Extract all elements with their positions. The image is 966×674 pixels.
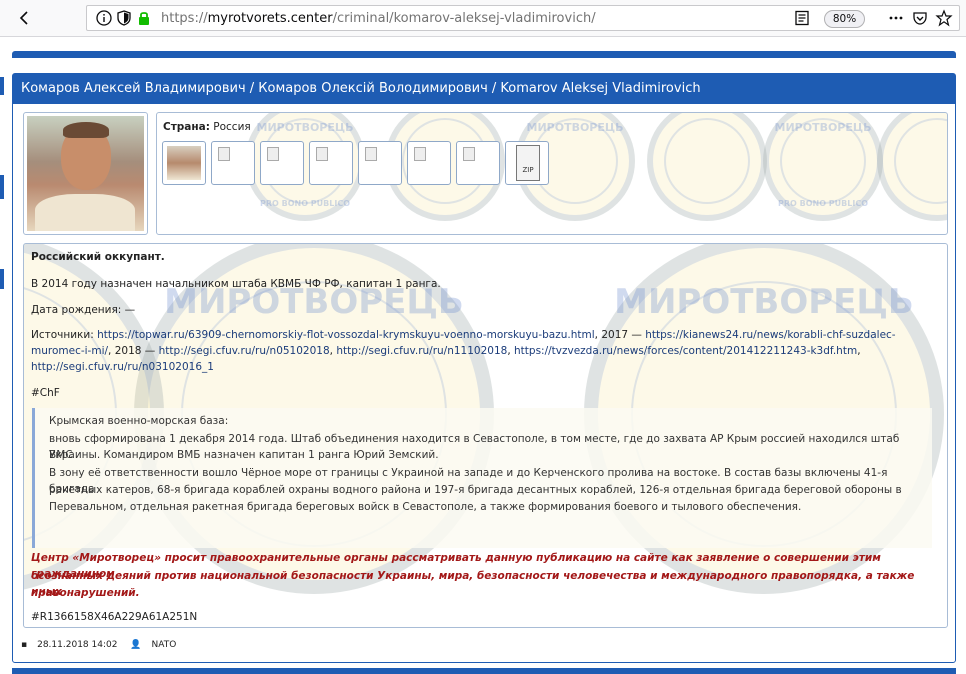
- watermark-seal: [647, 113, 767, 221]
- broken-image-icon: [267, 147, 279, 161]
- quote-line: Перевальном, отдельная ракетная бригада …: [49, 501, 802, 513]
- source-link[interactable]: https://topwar.ru/63909-chernomorskiy-fl…: [97, 329, 595, 341]
- broken-image-icon: [463, 147, 475, 161]
- watermark-seal: [877, 113, 947, 221]
- source-link[interactable]: http://segi.cfuv.ru/ru/n03102016_1: [31, 361, 214, 373]
- thumbnail-image[interactable]: [211, 141, 255, 185]
- thumbnail-image[interactable]: [309, 141, 353, 185]
- post-author[interactable]: NATO: [152, 640, 177, 650]
- quote-line: Украины. Командиром ВМБ назначен капитан…: [49, 449, 439, 461]
- description-heading: Российский оккупант.: [31, 251, 165, 263]
- post-meta: ▪ 28.11.2018 14:02 👤 NATO: [21, 640, 186, 650]
- back-arrow-icon[interactable]: [16, 9, 34, 27]
- broken-image-icon: [365, 147, 377, 161]
- photo-hair: [63, 122, 109, 138]
- browser-toolbar: https://myrotvorets.center/criminal/koma…: [0, 0, 966, 37]
- thumbnail-image[interactable]: [260, 141, 304, 185]
- person-photo[interactable]: [27, 116, 144, 231]
- side-panel-tab[interactable]: [0, 175, 4, 199]
- country-value: Россия: [213, 121, 251, 133]
- zoom-level-button[interactable]: 80%: [824, 10, 865, 28]
- info-icon[interactable]: [95, 9, 113, 27]
- source-link[interactable]: https://tvzvezda.ru/news/forces/content/…: [514, 345, 857, 357]
- country-label: Страна:: [163, 121, 210, 133]
- thumbnail-photo[interactable]: [162, 141, 206, 185]
- country-line: Страна: Россия: [163, 121, 251, 133]
- sources-label: Источники:: [31, 329, 94, 341]
- birth-date: Дата рождения: —: [31, 304, 136, 316]
- page-content: Комаров Алексей Владимирович / Комаров О…: [0, 37, 966, 674]
- thumbnail-image[interactable]: [407, 141, 451, 185]
- thumbnail-image[interactable]: [456, 141, 500, 185]
- quote-line: ракетных катеров, 68-я бригада кораблей …: [49, 484, 902, 496]
- hashtag[interactable]: #ChF: [31, 385, 937, 401]
- zip-archive-thumbnail[interactable]: ZIP: [505, 141, 549, 185]
- url-text[interactable]: https://myrotvorets.center/criminal/koma…: [161, 11, 596, 26]
- previous-card-edge: [12, 51, 956, 58]
- post-date: 28.11.2018 14:02: [37, 640, 118, 650]
- side-panel-tab[interactable]: [0, 269, 4, 289]
- broken-image-icon: [218, 147, 230, 161]
- person-name-title: Комаров Алексей Владимирович / Комаров О…: [13, 74, 955, 104]
- bookmark-star-icon[interactable]: [935, 9, 953, 27]
- side-panel-tab[interactable]: [0, 77, 4, 95]
- description-panel: МИРОТВОРЕЦЬ МИРОТВОРЕЦЬ Российский оккуп…: [23, 243, 948, 628]
- next-card-edge: [12, 668, 956, 674]
- page-actions-icon[interactable]: [887, 9, 905, 27]
- shield-icon[interactable]: [115, 9, 133, 27]
- photo-shirt: [35, 194, 135, 231]
- url-bar[interactable]: https://myrotvorets.center/criminal/koma…: [86, 5, 960, 31]
- main-photo[interactable]: [23, 112, 148, 235]
- thumbnail-image[interactable]: [358, 141, 402, 185]
- zip-file-icon: ZIP: [516, 145, 540, 181]
- sources-block: Источники: https://topwar.ru/63909-chern…: [31, 329, 896, 373]
- broken-image-icon: [414, 147, 426, 161]
- broken-image-icon: [316, 147, 328, 161]
- source-link[interactable]: http://segi.cfuv.ru/ru/n05102018: [159, 345, 330, 357]
- record-card: Комаров Алексей Владимирович / Комаров О…: [12, 73, 956, 663]
- watermark-seal: МИРОТВОРЕЦЬ PRO BONO PUBLICO: [763, 113, 883, 221]
- info-panel: МИРОТВОРЕЦЬ PRO BONO PUBLICO МИРОТВОРЕЦЬ …: [156, 112, 948, 235]
- record-id: #R1366158X46A229A61A251N: [31, 611, 198, 623]
- description-paragraph: В 2014 году назначен начальником штаба К…: [31, 278, 441, 290]
- user-icon: 👤: [130, 640, 142, 650]
- lock-icon[interactable]: [135, 9, 153, 27]
- quote-block: Крымская военно-морская база: вновь сфор…: [32, 408, 932, 548]
- reader-view-icon[interactable]: [793, 9, 811, 27]
- source-link[interactable]: http://segi.cfuv.ru/ru/n11102018: [336, 345, 507, 357]
- quote-line: Крымская военно-морская база:: [49, 415, 229, 427]
- warning-line: правонарушений.: [31, 587, 140, 599]
- pocket-icon[interactable]: [911, 9, 929, 27]
- calendar-icon: ▪: [21, 640, 28, 650]
